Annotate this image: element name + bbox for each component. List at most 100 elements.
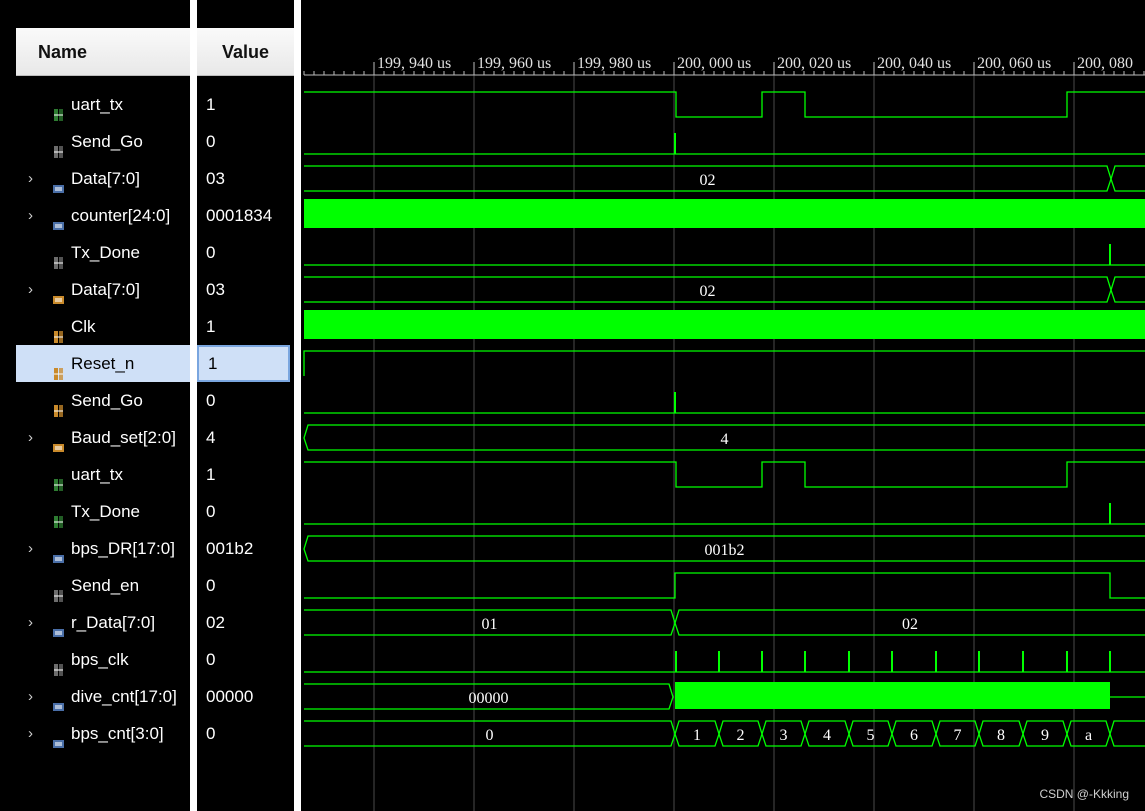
expand-chevron-icon[interactable]: › [28, 160, 42, 197]
waveform-viewer[interactable]: 199, 940 us 199, 960 us 199, 980 us 200, 00… [301, 0, 1145, 811]
signal-name: bps_cnt[3:0] [71, 724, 164, 743]
time-tick-label: 200, 060 us [977, 55, 1051, 72]
bus-value-label: 02 [700, 172, 716, 189]
bus-value-label: 0 [486, 727, 494, 744]
signal-name: Send_en [71, 576, 140, 595]
bus-signal-icon [52, 690, 65, 711]
signal-name: uart_tx [71, 465, 123, 484]
signal-value[interactable]: 1 [197, 308, 290, 345]
signal-row[interactable]: Tx_Done [16, 493, 190, 530]
signal-name: r_Data[7:0] [71, 613, 156, 632]
expand-chevron-icon[interactable]: › [28, 271, 42, 308]
bus-segment [1109, 733, 1145, 747]
bus-value-label: 02 [902, 616, 918, 633]
signal-value[interactable]: 0 [197, 493, 290, 530]
signal-value[interactable]: 1 [197, 456, 290, 493]
signal-value[interactable]: 4 [197, 419, 290, 456]
value-column-header[interactable]: Value [197, 28, 294, 76]
signal-row[interactable]: bps_clk [16, 641, 190, 678]
bus-segment [1109, 720, 1145, 735]
expand-chevron-icon[interactable]: › [28, 715, 42, 752]
bus-value-label: 5 [867, 727, 875, 744]
bit-signal-icon [52, 394, 65, 417]
signal-row[interactable]: uart_tx [16, 456, 190, 493]
bit-signal-icon [52, 579, 65, 602]
bus-value-label: 9 [1041, 727, 1049, 744]
bit-waveform [304, 461, 1145, 488]
bus-value-label: 1 [693, 727, 701, 744]
bus-value-label: 4 [823, 727, 831, 744]
signal-row[interactable]: Send_Go [16, 123, 190, 160]
bus-value-label: a [1085, 727, 1092, 744]
expand-chevron-icon[interactable]: › [28, 678, 42, 715]
signal-value[interactable]: 0 [197, 382, 290, 419]
signal-row[interactable]: Reset_n [16, 345, 190, 382]
signal-row[interactable]: › r_Data[7:0] [16, 604, 190, 641]
name-column-header[interactable]: Name [16, 28, 190, 76]
signal-row[interactable]: uart_tx [16, 86, 190, 123]
time-tick-label: 200, 040 us [877, 55, 951, 72]
signal-value[interactable]: 001b2 [197, 530, 290, 567]
signal-value[interactable]: 1 [197, 86, 290, 123]
time-tick-label: 200, 080 [1077, 55, 1133, 72]
signal-row[interactable]: › Data[7:0] [16, 160, 190, 197]
signal-value[interactable]: 0 [197, 715, 290, 752]
signal-row[interactable]: › Baud_set[2:0] [16, 419, 190, 456]
bit-signal-icon [52, 98, 65, 121]
signal-row[interactable]: › counter[24:0] [16, 197, 190, 234]
bus-signal-icon [52, 283, 65, 304]
signal-name: bps_DR[17:0] [71, 539, 175, 558]
signal-value[interactable]: 03 [197, 160, 290, 197]
signal-row[interactable]: › bps_cnt[3:0] [16, 715, 190, 752]
signal-value[interactable]: 0 [197, 567, 290, 604]
bus-signal-icon [52, 616, 65, 637]
signal-row[interactable]: Send_en [16, 567, 190, 604]
signal-row[interactable]: › bps_DR[17:0] [16, 530, 190, 567]
time-tick-label: 199, 980 us [577, 55, 651, 72]
signal-row[interactable]: Send_Go [16, 382, 190, 419]
bus-value-label: 001b2 [705, 542, 745, 559]
bit-signal-icon [52, 320, 65, 343]
signal-row[interactable]: Clk [16, 308, 190, 345]
signal-value[interactable]: 00000 [197, 678, 290, 715]
signal-name: Tx_Done [71, 502, 140, 521]
bus-signal-icon [52, 209, 65, 230]
signal-value[interactable]: 1 [197, 345, 290, 382]
expand-chevron-icon[interactable]: › [28, 197, 42, 234]
time-tick-label: 199, 960 us [477, 55, 551, 72]
expand-chevron-icon[interactable]: › [28, 530, 42, 567]
bus-value-label: 02 [700, 283, 716, 300]
name-value-divider[interactable] [190, 0, 197, 811]
signal-name: Send_Go [71, 132, 143, 151]
bit-signal-icon [52, 357, 65, 380]
bus-signal-icon [52, 542, 65, 563]
signal-value[interactable]: 0 [197, 234, 290, 271]
bus-value-label: 7 [954, 727, 962, 744]
bit-waveform [303, 350, 1145, 376]
signal-value[interactable]: 02 [197, 604, 290, 641]
signal-name: counter[24:0] [71, 206, 171, 225]
signal-value[interactable]: 0 [197, 123, 290, 160]
signal-row[interactable]: Tx_Done [16, 234, 190, 271]
bus-signal-icon [52, 172, 65, 193]
expand-chevron-icon[interactable]: › [28, 419, 42, 456]
value-wave-divider[interactable] [294, 0, 301, 811]
bit-signal-icon [52, 246, 65, 269]
bus-value-label: 3 [780, 727, 788, 744]
time-tick-label: 199, 940 us [377, 55, 451, 72]
expand-chevron-icon[interactable]: › [28, 604, 42, 641]
time-tick-label: 200, 020 us [777, 55, 851, 72]
signal-name: uart_tx [71, 95, 123, 114]
bit-signal-icon [52, 135, 65, 158]
waveform-canvas[interactable]: 199, 940 us 199, 960 us 199, 980 us 200, 00… [301, 0, 1145, 811]
signal-row[interactable]: › dive_cnt[17:0] [16, 678, 190, 715]
signal-name: Tx_Done [71, 243, 140, 262]
signal-value[interactable]: 03 [197, 271, 290, 308]
signal-row[interactable]: › Data[7:0] [16, 271, 190, 308]
signal-value[interactable]: 0001834 [197, 197, 290, 234]
signal-name: Send_Go [71, 391, 143, 410]
dense-bus-fill [304, 199, 1145, 228]
bit-signal-icon [52, 653, 65, 676]
signal-value[interactable]: 0 [197, 641, 290, 678]
scrolled-row-remnant [16, 76, 190, 81]
